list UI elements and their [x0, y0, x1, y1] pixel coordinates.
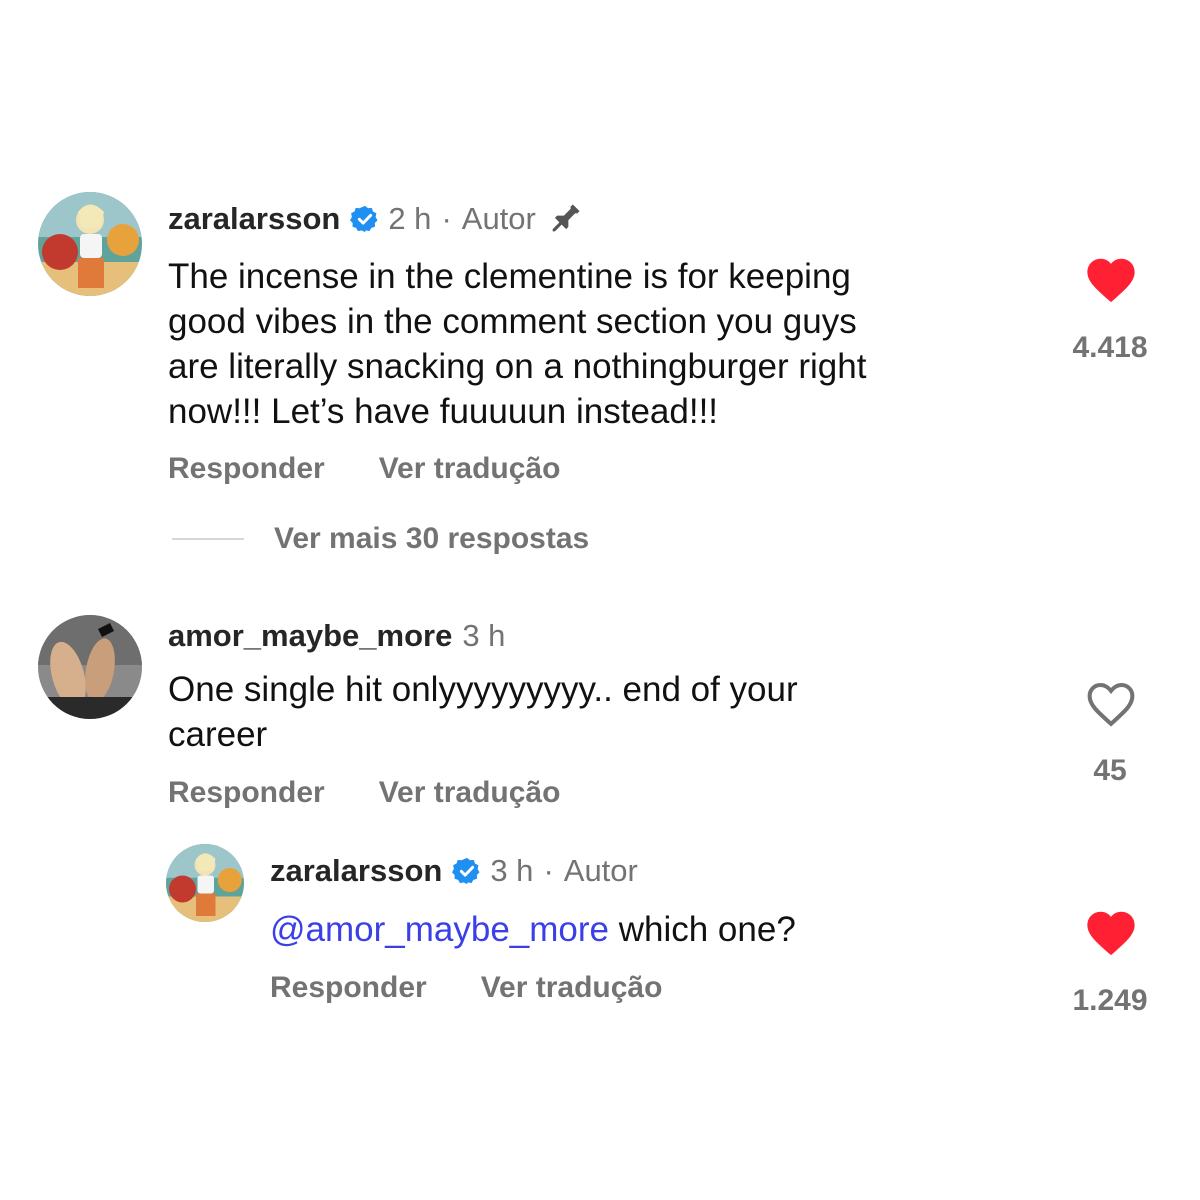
heart-filled-icon — [1087, 911, 1135, 956]
avatar-image — [166, 844, 244, 922]
comment-text: @amor_maybe_more which one? — [270, 907, 1030, 952]
like-button[interactable] — [1084, 907, 1138, 957]
like-count: 1.249 — [1072, 984, 1148, 1017]
comment-header: zaralarsson 2 h · Autor — [168, 200, 584, 238]
view-more-replies-label: Ver mais 30 respostas — [274, 522, 590, 555]
comment-time: 2 h — [388, 201, 432, 236]
like-button[interactable] — [1084, 254, 1138, 304]
avatar-image — [38, 615, 142, 719]
username[interactable]: zaralarsson — [168, 201, 340, 237]
avatar[interactable] — [38, 615, 142, 719]
see-translation-button[interactable]: Ver tradução — [379, 452, 561, 486]
comment-actions: Responder Ver tradução — [168, 776, 560, 810]
avatar[interactable] — [38, 192, 142, 296]
see-translation-button[interactable]: Ver tradução — [379, 776, 561, 810]
heart-filled-icon — [1087, 258, 1135, 303]
like-count: 4.418 — [1072, 331, 1148, 364]
author-label: Autor — [563, 853, 638, 888]
replies-divider-line — [172, 538, 244, 540]
like-button[interactable] — [1084, 678, 1138, 728]
username[interactable]: amor_maybe_more — [168, 618, 452, 654]
reply-text: which one? — [609, 910, 796, 949]
comment-time: 3 h — [462, 618, 506, 653]
reply-button[interactable]: Responder — [168, 776, 325, 810]
view-more-replies-button[interactable]: Ver mais 30 respostas — [172, 522, 589, 556]
reply-button[interactable]: Responder — [270, 971, 427, 1005]
comment-text: The incense in the clementine is for kee… — [168, 257, 867, 431]
mention-link[interactable]: @amor_maybe_more — [270, 910, 609, 949]
comment-header: zaralarsson 3 h · Autor — [270, 853, 638, 889]
avatar[interactable] — [166, 844, 244, 922]
comment-text: One single hit onlyyyyyyyyy.. end of you… — [168, 670, 798, 754]
see-translation-button[interactable]: Ver tradução — [481, 971, 663, 1005]
comment-actions: Responder Ver tradução — [168, 452, 560, 486]
comment-header: amor_maybe_more 3 h — [168, 618, 505, 654]
comment-time: 3 h — [490, 853, 534, 888]
pin-icon — [546, 200, 584, 238]
reply-button[interactable]: Responder — [168, 452, 325, 486]
meta-separator: · — [543, 853, 554, 888]
author-label: Autor — [461, 201, 536, 236]
like-count: 45 — [1093, 754, 1127, 787]
verified-badge-icon — [452, 856, 482, 886]
username[interactable]: zaralarsson — [270, 853, 442, 889]
verified-badge-icon — [350, 204, 380, 234]
avatar-image — [38, 192, 142, 296]
heart-outline-icon — [1087, 682, 1135, 727]
comment-actions: Responder Ver tradução — [270, 971, 662, 1005]
meta-separator: · — [441, 201, 452, 236]
